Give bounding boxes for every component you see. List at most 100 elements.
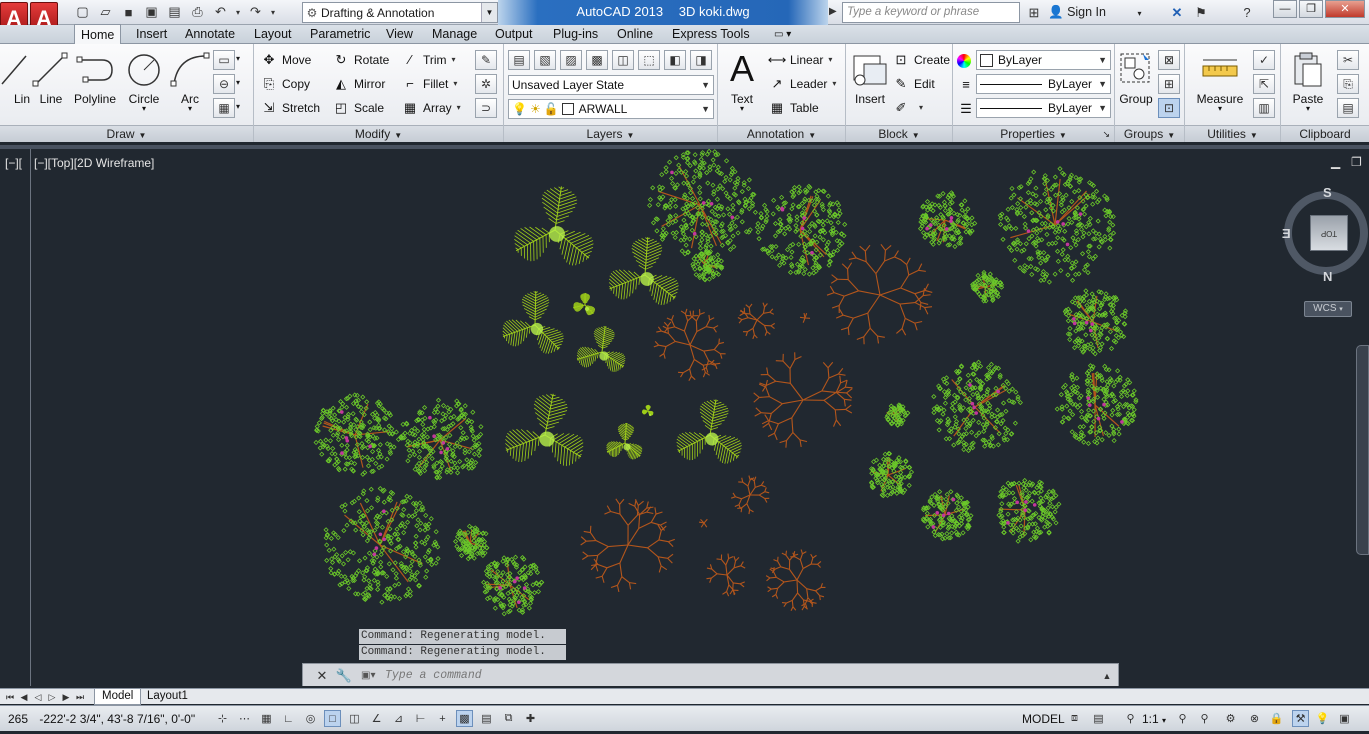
shrub-plant[interactable] bbox=[399, 398, 483, 480]
layers-panel-title[interactable]: Layers▼ bbox=[504, 125, 717, 142]
measure-button[interactable]: Measure ▾ bbox=[1191, 48, 1249, 120]
ungroup-icon[interactable]: ⊠ bbox=[1158, 50, 1180, 70]
tab-view[interactable]: View bbox=[380, 25, 419, 44]
snap-mode-icon[interactable]: ⋯ bbox=[236, 710, 253, 727]
match-properties-icon[interactable] bbox=[957, 50, 975, 71]
line-tool-clipped[interactable]: Lin bbox=[0, 48, 32, 120]
annotation-scale-icon[interactable]: ⚲ bbox=[1122, 710, 1139, 727]
fern-plant[interactable] bbox=[573, 293, 595, 315]
shrub-plant[interactable] bbox=[932, 360, 1023, 452]
wrench-icon[interactable]: 🔧 bbox=[335, 667, 353, 685]
shrub-plant[interactable] bbox=[998, 167, 1115, 284]
chevron-down-icon[interactable]: ▾ bbox=[236, 102, 240, 111]
annotation-visibility-icon[interactable]: ⚲ bbox=[1174, 710, 1191, 727]
exchange-icon[interactable]: ✕ bbox=[1166, 2, 1188, 23]
shrub-plant[interactable] bbox=[885, 403, 910, 427]
shrub-plant[interactable] bbox=[691, 249, 724, 282]
shrub-plant[interactable] bbox=[648, 149, 758, 255]
publish-icon[interactable]: ▤ bbox=[164, 2, 185, 22]
color-select[interactable]: ByLayer ▼ bbox=[976, 50, 1111, 70]
rotate-button[interactable]: ↻Rotate bbox=[332, 49, 389, 70]
edit-block-button[interactable]: ✎Edit bbox=[892, 73, 935, 94]
tab-plug-ins[interactable]: Plug-ins bbox=[547, 25, 604, 44]
layer-match-icon[interactable]: ⬚ bbox=[638, 50, 660, 70]
ribbon-display-toggle[interactable]: ▭ ▾ bbox=[768, 25, 797, 44]
match-clip-icon[interactable]: ▤ bbox=[1337, 98, 1359, 118]
chevron-down-icon[interactable]: ▾ bbox=[453, 79, 457, 88]
object-snap-icon[interactable]: □ bbox=[324, 710, 341, 727]
fern-plant[interactable] bbox=[677, 400, 742, 464]
fern-plant[interactable] bbox=[577, 326, 625, 372]
fern-plant[interactable] bbox=[606, 423, 642, 459]
group-selection-icon[interactable]: ⊡ bbox=[1158, 98, 1180, 118]
polyline-button[interactable]: Polyline bbox=[72, 48, 118, 120]
3d-object-snap-icon[interactable]: ◫ bbox=[346, 710, 363, 727]
chevron-down-icon[interactable]: ▾ bbox=[832, 79, 836, 88]
shrub-plant[interactable] bbox=[482, 555, 544, 616]
bare-tree-plant[interactable] bbox=[800, 313, 810, 323]
undo-dropdown-icon[interactable]: ▾ bbox=[233, 2, 243, 22]
infer-constraints-icon[interactable]: ⊹ bbox=[214, 710, 231, 727]
plant-drawing[interactable] bbox=[0, 145, 1369, 686]
auto-scale-icon[interactable]: ⚲ bbox=[1196, 710, 1213, 727]
quick-properties-icon[interactable]: ▤ bbox=[478, 710, 495, 727]
bare-tree-plant[interactable] bbox=[581, 499, 675, 592]
next-tab-icon[interactable]: ▶ bbox=[60, 690, 72, 704]
group-edit-icon[interactable]: ⊞ bbox=[1158, 74, 1180, 94]
shrub-plant[interactable] bbox=[921, 490, 973, 541]
next-tab-icon[interactable]: ▷ bbox=[46, 690, 58, 704]
close-icon[interactable]: ✕ bbox=[1325, 0, 1365, 18]
annotation-monitor-status-icon[interactable]: ⊗ bbox=[1246, 710, 1263, 727]
paste-button[interactable]: Paste ▾ bbox=[1285, 48, 1331, 120]
transparency-icon[interactable]: ▩ bbox=[456, 710, 473, 727]
last-tab-icon[interactable]: ⏭ bbox=[74, 690, 86, 704]
lineweight-toggle-icon[interactable]: + bbox=[434, 710, 451, 727]
copy-button[interactable]: ⎘Copy bbox=[260, 73, 310, 94]
leader-button[interactable]: ↗Leader▾ bbox=[768, 73, 836, 94]
grid-display-icon[interactable]: ▦ bbox=[258, 710, 275, 727]
shrub-plant[interactable] bbox=[919, 191, 977, 249]
tab-express-tools[interactable]: Express Tools bbox=[666, 25, 756, 44]
mirror-button[interactable]: ◭Mirror bbox=[332, 73, 385, 94]
wcs-menu[interactable]: WCS ▾ bbox=[1304, 301, 1352, 317]
shrub-plant[interactable] bbox=[1055, 364, 1138, 446]
redo-dropdown-icon[interactable]: ▾ bbox=[268, 2, 278, 22]
bare-tree-plant[interactable] bbox=[706, 554, 745, 597]
linetype-select[interactable]: ByLayer ▼ bbox=[976, 98, 1111, 118]
properties-panel-title[interactable]: Properties▼↘ bbox=[953, 125, 1114, 142]
left-viewport-strip[interactable] bbox=[0, 149, 31, 686]
left-viewport-label[interactable]: [−][ bbox=[5, 156, 22, 170]
coordinates-display[interactable]: 265 -222'-2 3/4", 43'-8 7/16", 0'-0" bbox=[10, 706, 195, 732]
rectangle-icon[interactable]: ▭ bbox=[213, 50, 235, 70]
dynamic-ucs-icon[interactable]: ⊿ bbox=[390, 710, 407, 727]
clipboard-panel-title[interactable]: Clipboard bbox=[1281, 125, 1369, 142]
bare-tree-plant[interactable] bbox=[766, 550, 825, 611]
chevron-down-icon[interactable]: ▾ bbox=[919, 103, 923, 112]
linear-dimension-button[interactable]: ⟷Linear▾ bbox=[768, 49, 832, 70]
save-as-icon[interactable]: ▣ bbox=[141, 2, 162, 22]
viewcube[interactable]: TOP S N E bbox=[1280, 185, 1369, 295]
insert-block-button[interactable]: Insert bbox=[848, 48, 892, 120]
open-file-icon[interactable]: ▱ bbox=[95, 2, 116, 22]
chevron-down-icon[interactable]: ▾ bbox=[168, 104, 212, 113]
quick-view-layouts-icon[interactable]: ⧈ bbox=[1066, 710, 1083, 727]
hatch-icon[interactable]: ▦ bbox=[213, 98, 235, 118]
clean-screen-icon[interactable]: ▣ bbox=[1336, 710, 1353, 727]
shrub-plant[interactable] bbox=[314, 393, 400, 476]
tab-output[interactable]: Output bbox=[489, 25, 539, 44]
undo-icon[interactable]: ↶ bbox=[210, 2, 231, 22]
shrub-plant[interactable] bbox=[324, 487, 440, 605]
compass-north[interactable]: N bbox=[1323, 269, 1332, 284]
bare-tree-plant[interactable] bbox=[699, 519, 707, 527]
chevron-down-icon[interactable]: ▾ bbox=[120, 104, 168, 113]
shrub-plant[interactable] bbox=[997, 478, 1061, 543]
first-tab-icon[interactable]: ⏮ bbox=[4, 690, 16, 704]
select-all-icon[interactable]: ⇱ bbox=[1253, 74, 1275, 94]
help-search-input[interactable]: Type a keyword or phrase bbox=[842, 2, 1020, 23]
table-button[interactable]: ▦Table bbox=[768, 97, 819, 118]
expand-arrow-icon[interactable]: ▶ bbox=[829, 2, 841, 22]
workspace-switching-icon[interactable]: ⚙ bbox=[1222, 710, 1239, 727]
utilities-panel-title[interactable]: Utilities▼ bbox=[1185, 125, 1280, 142]
fern-plant[interactable] bbox=[505, 394, 583, 466]
command-input[interactable]: Type a command bbox=[385, 667, 1093, 685]
